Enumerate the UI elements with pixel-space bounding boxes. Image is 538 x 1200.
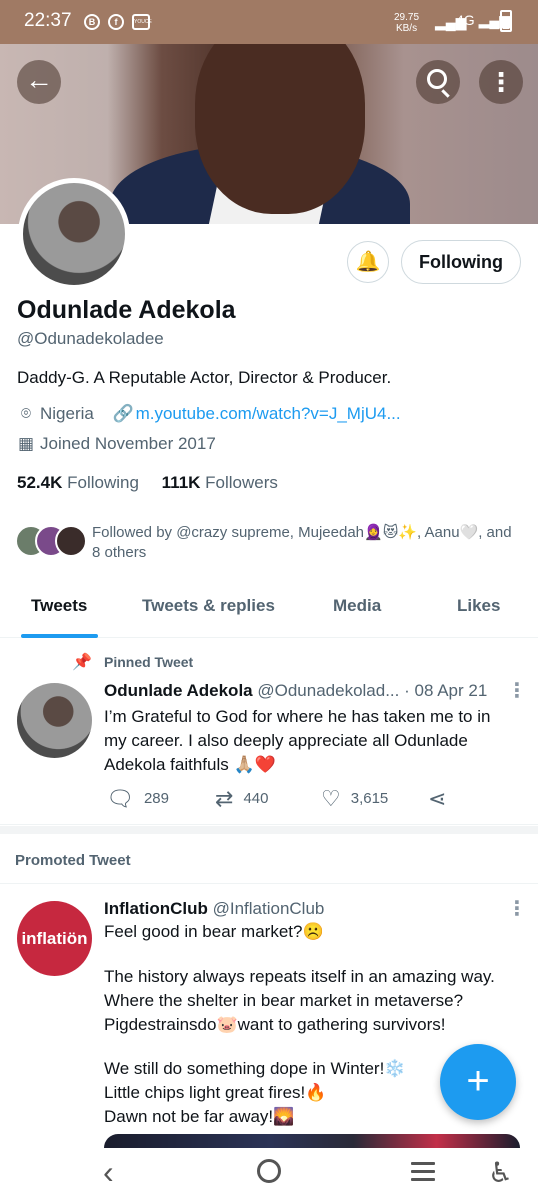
bell-icon: 🔔 xyxy=(355,251,381,273)
profile-location: Nigeria xyxy=(40,404,94,423)
banner-face xyxy=(195,44,365,214)
search-button[interactable] xyxy=(416,60,460,104)
profile-meta-row: ⌾ Nigeria 🔗 m.youtube.com/watch?v=J_MjU4..… xyxy=(17,404,401,424)
promoted-line: Dawn not be far away!🌄 xyxy=(104,1107,295,1126)
promoted-line: Feel good in bear market?☹️ xyxy=(104,922,324,941)
retweet-icon: ⇄ xyxy=(215,786,234,811)
active-tab-indicator xyxy=(21,634,98,638)
status-time: 22:37 xyxy=(24,10,72,31)
tab-media[interactable]: Media xyxy=(333,596,381,616)
b-circle-icon: B xyxy=(84,14,100,30)
back-arrow-icon: ← xyxy=(25,64,53,95)
profile-name: Odunlade Adekola xyxy=(17,296,236,324)
following-button[interactable]: Following xyxy=(401,240,521,284)
nav-recents-icon[interactable] xyxy=(411,1162,435,1186)
promoted-line: We still do something dope in Winter!❄️ xyxy=(104,1059,406,1078)
profile-joined: Joined November 2017 xyxy=(40,434,216,453)
tweet-more-icon[interactable]: ⋮ xyxy=(507,678,527,703)
more-vertical-icon: ⋮ xyxy=(488,67,514,97)
follower-avatar xyxy=(55,525,87,557)
back-button[interactable]: ← xyxy=(17,60,61,104)
promoted-avatar[interactable]: inflatiön xyxy=(17,901,92,976)
facebook-icon: f xyxy=(108,14,124,30)
tab-likes[interactable]: Likes xyxy=(457,596,500,616)
system-nav-bar: ‹ ♿ xyxy=(0,1148,538,1200)
profile-stats: 52.4K Following 111K Followers xyxy=(17,473,278,493)
heart-icon: ♡ xyxy=(321,786,341,811)
like-button[interactable]: ♡ 3,615 xyxy=(321,786,388,812)
tweet-author-handle: @Odunadekolad... xyxy=(257,681,400,700)
network-speed: 29.75 KB/s xyxy=(394,12,420,34)
profile-handle: @Odunadekoladee xyxy=(17,329,164,348)
retweet-button[interactable]: ⇄ 440 xyxy=(215,786,268,812)
plus-icon: + xyxy=(466,1059,490,1103)
section-divider xyxy=(0,826,538,834)
more-options-button[interactable]: ⋮ xyxy=(479,60,523,104)
promoted-header: InflationClub @InflationClub xyxy=(104,899,324,919)
promoted-line: Where the shelter in bear market in meta… xyxy=(104,991,464,1010)
profile-bio: Daddy-G. A Reputable Actor, Director & P… xyxy=(17,368,392,387)
status-bar: 22:37 B f YOUCE 29.75 KB/s ▂▄▆ 4G ▂▄▆ xyxy=(0,0,538,44)
tab-tweets[interactable]: Tweets xyxy=(31,596,87,616)
promoted-author-handle: @InflationClub xyxy=(212,899,325,918)
profile-avatar[interactable] xyxy=(18,178,130,290)
profile-tabs: Tweets Tweets & replies Media Likes xyxy=(0,586,538,638)
promoted-divider xyxy=(0,883,538,884)
tweet-date: · 08 Apr 21 xyxy=(404,681,488,700)
promoted-line: Pigdestrainsdo🐷want to gathering survivo… xyxy=(104,1015,446,1034)
following-stat[interactable]: 52.4K Following xyxy=(17,473,139,492)
battery-icon xyxy=(500,10,512,32)
tweet-header: Odunlade Adekola @Odunadekolad... · 08 A… xyxy=(104,681,487,701)
notifications-bell-button[interactable]: 🔔 xyxy=(347,241,389,283)
tweet-avatar[interactable] xyxy=(17,683,92,758)
search-icon xyxy=(427,69,447,89)
profile-link[interactable]: m.youtube.com/watch?v=J_MjU4... xyxy=(136,404,401,423)
tab-tweets-replies[interactable]: Tweets & replies xyxy=(142,596,275,616)
followed-by[interactable]: Followed by @crazy supreme, Mujeedah🧕😻✨,… xyxy=(15,523,520,567)
calendar-icon: ▦ xyxy=(17,434,35,453)
promoted-label: Promoted Tweet xyxy=(15,852,131,869)
promoted-line: The history always repeats itself in an … xyxy=(104,967,495,986)
pinned-label: Pinned Tweet xyxy=(104,654,194,670)
share-icon: ⋖ xyxy=(428,786,447,811)
reply-button[interactable]: 🗨 289 xyxy=(106,786,169,812)
promoted-author-name: InflationClub xyxy=(104,899,208,918)
promoted-more-icon[interactable]: ⋮ xyxy=(507,896,527,921)
compose-tweet-button[interactable]: + xyxy=(440,1044,516,1120)
tweet-author-name: Odunlade Adekola xyxy=(104,681,253,700)
followed-by-text: Followed by @crazy supreme, Mujeedah🧕😻✨,… xyxy=(92,524,512,561)
promoted-line: Little chips light great fires!🔥 xyxy=(104,1083,327,1102)
share-button[interactable]: ⋖ xyxy=(428,786,456,812)
pin-icon: 📌 xyxy=(72,654,92,671)
followers-stat[interactable]: 111K Followers xyxy=(162,473,278,492)
reply-icon: 🗨 xyxy=(106,786,134,811)
tweet-text: I’m Grateful to God for where he has tak… xyxy=(104,707,491,774)
accessibility-icon[interactable]: ♿ xyxy=(488,1156,513,1189)
nav-home-icon[interactable] xyxy=(257,1159,281,1183)
profile-joined-row: ▦ Joined November 2017 xyxy=(17,434,216,454)
pinned-tweet[interactable]: 📌 Pinned Tweet Odunlade Adekola @Odunade… xyxy=(0,640,538,825)
nav-back-icon[interactable]: ‹ xyxy=(103,1154,114,1191)
link-icon: 🔗 xyxy=(112,404,134,423)
location-pin-icon: ⌾ xyxy=(20,404,32,423)
app-box-icon: YOUCE xyxy=(132,14,152,30)
